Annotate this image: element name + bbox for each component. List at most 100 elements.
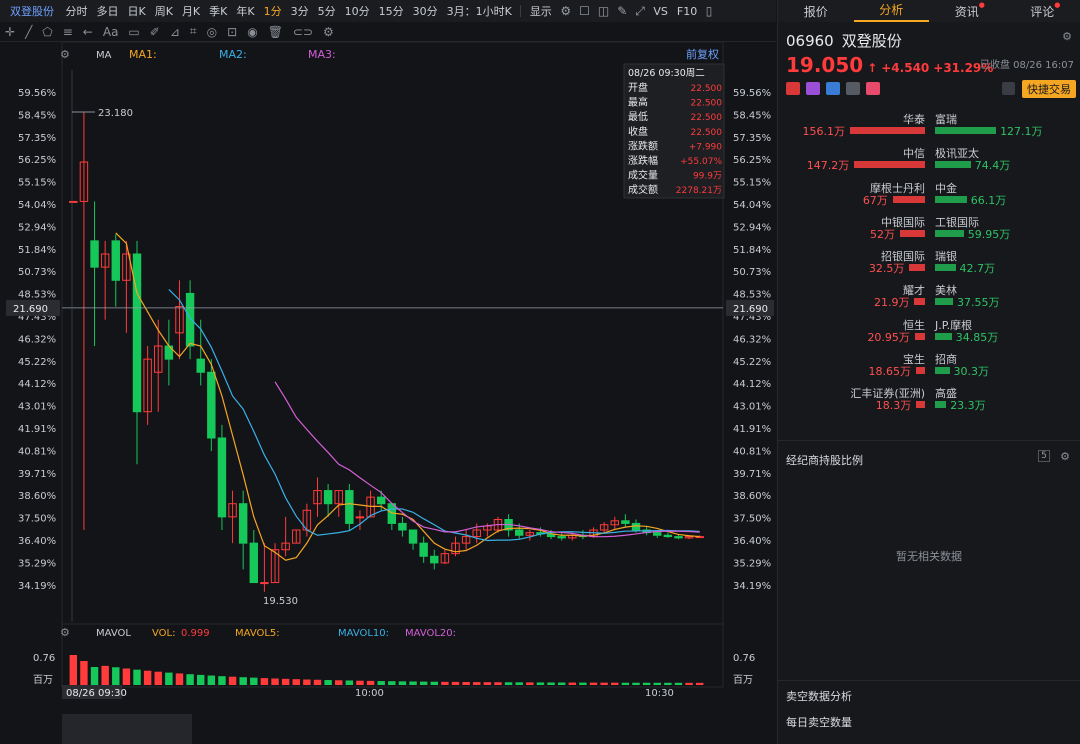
broker-row[interactable]: 中信 极讯亚太 147.2万 74.4万 — [778, 142, 1080, 176]
broker-row[interactable]: 汇丰证券(亚洲) 高盛 18.3万 23.3万 — [778, 382, 1080, 416]
volume-bar — [122, 668, 131, 685]
interval-9[interactable]: 5分 — [318, 3, 336, 19]
interval-5[interactable]: 季K — [209, 3, 227, 19]
bell-icon[interactable] — [1002, 82, 1015, 95]
buy-amount: 32.5万 — [868, 262, 905, 276]
panel-toggle-icon[interactable]: ▯ — [706, 4, 713, 18]
chart-area[interactable]: 59.56% 59.56% 58.45% 58.45% 57.35% 57.35% 56.2… — [0, 42, 776, 744]
sell-amount: 30.3万 — [953, 365, 990, 379]
measure-icon[interactable]: ⌗ — [190, 24, 197, 39]
line-icon[interactable]: ╱ — [25, 25, 32, 39]
left-axis-label: 52.94% — [18, 222, 56, 233]
crosshair-icon[interactable]: ✛ — [5, 25, 15, 39]
lightning-badge-icon — [806, 82, 820, 95]
sell-bar — [935, 332, 952, 340]
candlestick-chart[interactable]: 59.56% 59.56% 58.45% 58.45% 57.35% 57.35% 56.2… — [0, 42, 776, 744]
tab-1[interactable]: 分析 — [853, 0, 929, 22]
no-data-text: 暂无相关数据 — [896, 550, 962, 563]
candle-body — [621, 520, 630, 524]
candle-body — [557, 536, 566, 539]
sell-broker-name: 中金 — [935, 181, 957, 195]
shape-icon[interactable]: ⬠ — [42, 25, 52, 39]
tab-label: 分析 — [879, 3, 904, 17]
buy-amount: 21.9万 — [873, 296, 910, 310]
interval-10[interactable]: 10分 — [345, 3, 370, 19]
period-icon[interactable]: 5 — [1038, 450, 1050, 462]
left-axis-label: 51.84% — [18, 245, 56, 256]
sell-amount: 59.95万 — [967, 227, 1011, 241]
candle-body — [674, 536, 683, 539]
broker-row[interactable]: 摩根士丹利 中金 67万 66.1万 — [778, 177, 1080, 211]
stock-name-tab[interactable]: 双登股份 — [10, 3, 54, 19]
f10-button[interactable]: F10 — [677, 5, 697, 18]
vs-button[interactable]: VS — [653, 5, 668, 18]
volume-bar — [388, 681, 396, 685]
right-axis-label: 55.15% — [733, 178, 771, 189]
magnet-icon[interactable]: ◎ — [207, 25, 217, 39]
eye-icon[interactable]: ◉ — [247, 25, 257, 39]
refresh-icon[interactable]: ⚙ — [1060, 450, 1070, 463]
trash-icon[interactable]: 🗑 — [268, 25, 283, 39]
fuquan-button: 前复权 — [686, 47, 719, 61]
lock-icon[interactable]: ⊡ — [227, 25, 237, 39]
fib-icon[interactable]: ≡ — [63, 25, 73, 39]
range-select[interactable]: 3月：1小时K — [447, 3, 512, 19]
text-icon[interactable]: Aa — [103, 25, 119, 39]
tab-0[interactable]: 报价 — [778, 3, 854, 20]
pen-icon[interactable]: ✐ — [150, 25, 160, 39]
sell-bar — [935, 229, 964, 237]
link-icon[interactable]: ⊂⊃ — [293, 25, 313, 39]
right-axis-label: 39.71% — [733, 469, 771, 480]
expand-icon[interactable]: ⤢ — [635, 4, 645, 19]
interval-3[interactable]: 周K — [155, 3, 173, 19]
camera-icon[interactable]: ◫ — [598, 4, 609, 18]
candle-body — [398, 522, 407, 531]
right-axis-label: 56.25% — [733, 155, 771, 166]
broker-row[interactable]: 恒生 J.P.摩根 20.95万 34.85万 — [778, 314, 1080, 348]
arrow-icon[interactable]: ← — [83, 25, 93, 39]
settings-icon[interactable]: ⚙ — [323, 25, 334, 39]
broker-row[interactable]: 宝生 招商 18.65万 30.3万 — [778, 348, 1080, 382]
display-button[interactable]: 显示 — [530, 3, 552, 19]
square-icon[interactable]: ☐ — [579, 4, 590, 18]
mavol5-label: MAVOL5: — [235, 628, 280, 639]
tab-3[interactable]: 评论 ● — [1005, 1, 1080, 20]
broker-row[interactable]: 招银国际 瑞银 32.5万 42.7万 — [778, 245, 1080, 279]
gear-icon[interactable]: ⚙ — [1062, 30, 1072, 43]
interval-0[interactable]: 分时 — [66, 3, 88, 19]
sell-bar — [935, 161, 971, 169]
tab-2[interactable]: 资讯 ● — [929, 1, 1005, 20]
volume-bar — [419, 681, 428, 685]
broker-row[interactable]: 中银国际 工银国际 52万 59.95万 — [778, 211, 1080, 245]
interval-7[interactable]: 1分 — [264, 3, 282, 19]
right-axis-label: 38.60% — [733, 491, 771, 502]
interval-12[interactable]: 30分 — [413, 3, 438, 19]
volume-bar — [526, 682, 534, 685]
interval-2[interactable]: 日K — [128, 3, 146, 19]
tooltip-value: 22.500 — [691, 113, 723, 123]
sell-amount: 34.85万 — [955, 330, 999, 344]
interval-8[interactable]: 3分 — [291, 3, 309, 19]
candle-body — [260, 582, 269, 585]
volume-bar — [112, 667, 120, 685]
interval-11[interactable]: 15分 — [379, 3, 404, 19]
ma3-label: MA3: — [308, 48, 336, 61]
left-axis-label: 34.19% — [18, 581, 56, 592]
broker-row[interactable]: 耀才 美林 21.9万 37.55万 — [778, 279, 1080, 313]
note-icon[interactable]: ▭ — [128, 25, 139, 39]
quick-trade-button[interactable]: 快捷交易 — [1022, 80, 1076, 98]
ruler-icon[interactable]: ⊿ — [170, 25, 180, 39]
gear-icon[interactable]: ⚙ — [560, 4, 571, 18]
heart-badge-icon[interactable] — [866, 82, 880, 95]
interval-6[interactable]: 年K — [236, 3, 254, 19]
left-axis-label: 41.91% — [18, 424, 56, 435]
interval-1[interactable]: 多日 — [97, 3, 119, 19]
edit-icon[interactable]: ✎ — [617, 4, 627, 18]
doc-badge-icon — [846, 82, 860, 95]
buy-bar — [909, 264, 925, 272]
tooltip-date: 08/26 09:30周二 — [628, 68, 705, 79]
broker-row[interactable]: 华泰 富瑞 156.1万 127.1万 — [778, 108, 1080, 142]
interval-4[interactable]: 月K — [182, 3, 200, 19]
left-axis-label: 56.25% — [18, 155, 56, 166]
volume-bar — [260, 678, 269, 685]
